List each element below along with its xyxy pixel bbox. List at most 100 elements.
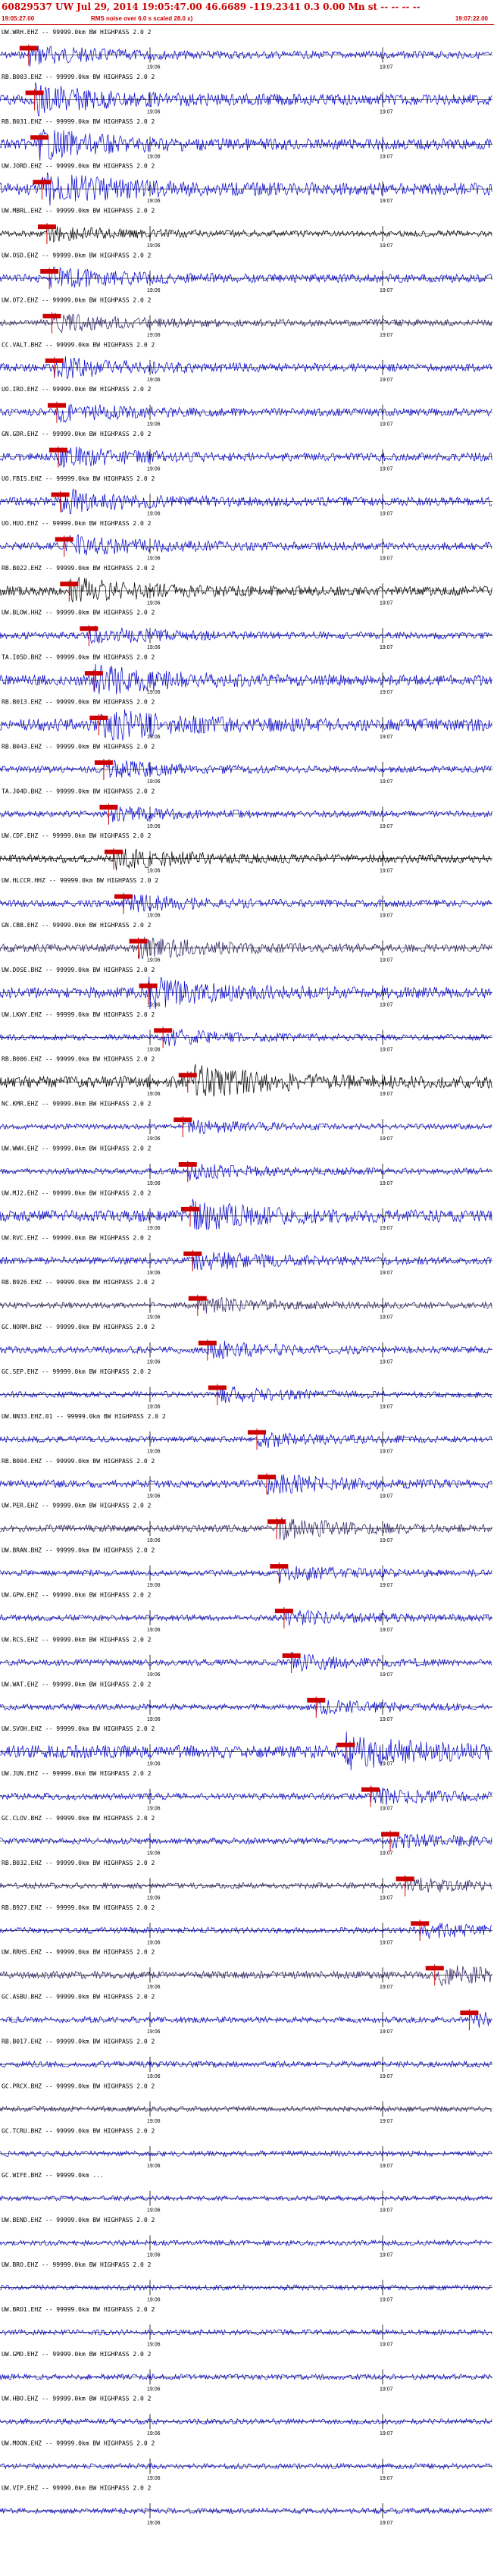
channel-label: UW.GPW.EHZ -- 99999.0km BW HIGHPASS 2.0 … xyxy=(2,1592,152,1599)
time-tick-label: 19:07 xyxy=(380,1538,393,1543)
channel-trace: 19:06 19:07 GC.NORM.BHZ -- 99999.0km BW HI… xyxy=(0,1324,492,1365)
channel-trace: 19:06 19:07 UO.IRO.EHZ -- 99999.0km BW HIG… xyxy=(0,386,492,428)
channel-trace: 19:06 19:07 RB.B006.EHZ -- 99999.0km BW HI… xyxy=(0,1056,492,1097)
time-tick-label: 19:07 xyxy=(380,824,393,829)
time-tick-label: 19:06 xyxy=(147,1405,161,1410)
channel-label: GC.SEP.EHZ -- 99999.0km BW HIGHPASS 2.0 … xyxy=(2,1368,152,1375)
channel-trace: 19:06 19:07 RB.B031.EHZ -- 99999.0km BW HI… xyxy=(0,118,492,161)
channel-label: UW.HBO.EHZ -- 99999.0km BW HIGHPASS 2.0 … xyxy=(2,2396,152,2402)
channel-label: UW.OSD.EHZ -- 99999.0km BW HIGHPASS 2.0 … xyxy=(2,252,152,259)
top-divider xyxy=(0,24,494,25)
time-tick-label: 19:07 xyxy=(380,1002,393,1008)
time-tick-label: 19:07 xyxy=(380,1895,393,1901)
channel-label: UW.SVOH.EHZ -- 99999.0km BW HIGHPASS 2.0… xyxy=(2,1725,155,1732)
time-tick-label: 19:06 xyxy=(147,914,161,919)
channel-label: UW.JORD.EHZ -- 99999.0km BW HIGHPASS 2.0… xyxy=(2,163,155,170)
channel-trace: 19:06 19:07 UW.BRO1.EHZ -- 99999.0km BW HI… xyxy=(0,2306,492,2347)
time-tick-label: 19:07 xyxy=(380,378,393,383)
channel-trace: 19:06 19:07 TA.J04D.BHZ -- 99999.0km BW HI… xyxy=(0,788,492,829)
time-tick-label: 19:07 xyxy=(380,1136,393,1142)
channel-trace: 19:06 19:07 GC.TCRU.BHZ -- 99999.0km BW HI… xyxy=(0,2127,492,2169)
time-tick-label: 19:06 xyxy=(147,2029,161,2035)
time-tick-label: 19:06 xyxy=(147,1762,161,1767)
channel-trace: 19:06 19:07 RB.B032.EHZ -- 99999.0km BW HI… xyxy=(0,1860,492,1901)
waveform xyxy=(0,1164,492,1181)
time-tick-label: 19:06 xyxy=(147,1136,161,1142)
waveform xyxy=(0,1651,492,1672)
waveform xyxy=(0,224,492,243)
channel-trace: 19:06 19:07 UW.PER.EHZ -- 99999.0km BW HIG… xyxy=(0,1503,492,1543)
channel-trace: 19:06 19:07 UW.VIP.EHZ -- 99999.0km BW HIG… xyxy=(0,2485,492,2526)
channel-label: UW.RCS.EHZ -- 99999.0km BW HIGHPASS 2.0 … xyxy=(2,1636,152,1643)
time-tick-label: 19:06 xyxy=(147,1583,161,1588)
waveform xyxy=(0,129,492,161)
event-title: 60829537 UW Jul 29, 2014 19:05:47.00 46.… xyxy=(2,2,421,12)
time-tick-label: 19:07 xyxy=(380,2208,393,2214)
waveform xyxy=(0,759,492,778)
time-tick-label: 19:06 xyxy=(147,333,161,338)
time-tick-label: 19:06 xyxy=(147,556,161,561)
time-tick-label: 19:07 xyxy=(380,600,393,606)
channel-trace: 19:06 19:07 RB.B017.EHZ -- 99999.0km BW HI… xyxy=(0,2039,492,2079)
channel-label: UW.OT2.EHZ -- 99999.0km BW HIGHPASS 2.0 … xyxy=(2,296,152,303)
channel-label: TA.I05D.BHZ -- 99999.0km BW HIGHPASS 2.0… xyxy=(2,654,155,661)
time-tick-label: 19:06 xyxy=(147,869,161,874)
time-tick-label: 19:07 xyxy=(380,2253,393,2258)
time-tick-label: 19:06 xyxy=(147,2386,161,2392)
waveform xyxy=(0,1700,492,1715)
channel-trace: 19:06 19:07 UW.OT2.EHZ -- 99999.0km BW HIG… xyxy=(0,296,492,338)
channel-trace: 19:06 19:07 UW.LKWY.EHZ -- 99999.0km BW HI… xyxy=(0,1011,492,1052)
waveform xyxy=(0,976,492,1010)
channel-trace: 19:06 19:07 UW.WAT.EHZ -- 99999.0km BW HIG… xyxy=(0,1681,492,1722)
time-tick-label: 19:07 xyxy=(380,243,393,249)
waveform xyxy=(0,1474,492,1495)
seismogram-plot: 19:06 19:07 UW.WRH.EHZ -- 99999.0km BW HIG… xyxy=(0,29,492,2526)
time-tick-label: 19:07 xyxy=(380,1851,393,1857)
channel-label: RB.B017.EHZ -- 99999.0km BW HIGHPASS 2.0… xyxy=(2,2039,155,2045)
channel-label: CC.VALT.BHZ -- 99999.0km BW HIGHPASS 2.0… xyxy=(2,341,155,348)
time-tick-label: 19:06 xyxy=(147,199,161,204)
time-tick-label: 19:07 xyxy=(380,1271,393,1276)
channel-label: UW.RRHS.EHZ -- 99999.0km BW HIGHPASS 2.0… xyxy=(2,1949,155,1956)
channel-trace: 19:06 19:07 CC.VALT.BHZ -- 99999.0km BW HI… xyxy=(0,341,492,383)
channel-label: UO.FBIS.EHZ -- 99999.0km BW HIGHPASS 2.0… xyxy=(2,475,155,482)
time-tick-label: 19:06 xyxy=(147,467,161,472)
time-tick-label: 19:06 xyxy=(147,2119,161,2124)
channel-label: UW.GMO.EHZ -- 99999.0km BW HIGHPASS 2.0 … xyxy=(2,2351,152,2358)
time-tick-label: 19:07 xyxy=(380,645,393,650)
channel-label: RB.B031.EHZ -- 99999.0km BW HIGHPASS 2.0… xyxy=(2,118,155,125)
channel-label: UW.WAT.EHZ -- 99999.0km BW HIGHPASS 2.0 … xyxy=(2,1681,152,1688)
channel-trace: 19:06 19:07 UW.BLOW.HHZ -- 99999.0km BW HI… xyxy=(0,610,492,650)
time-tick-label: 19:07 xyxy=(380,869,393,874)
time-tick-label: 19:07 xyxy=(380,199,393,204)
time-tick-label: 19:06 xyxy=(147,690,161,695)
time-tick-label: 19:06 xyxy=(147,154,161,159)
channel-label: RB.B013.EHZ -- 99999.0km BW HIGHPASS 2.0… xyxy=(2,699,155,706)
time-tick-label: 19:07 xyxy=(380,467,393,472)
channel-trace: 19:06 19:07 RB.B003.EHZ -- 99999.0km BW HI… xyxy=(0,74,492,117)
channel-trace: 19:06 19:07 TA.I05D.BHZ -- 99999.0km BW HI… xyxy=(0,654,492,695)
time-tick-label: 19:06 xyxy=(147,1851,161,1857)
channel-trace: 19:06 19:07 UW.RRHS.EHZ -- 99999.0km BW HI… xyxy=(0,1949,492,1990)
channel-label: UW.VIP.EHZ -- 99999.0km BW HIGHPASS 2.0 … xyxy=(2,2485,152,2492)
channel-trace: 19:06 19:07 GC.ASBU.BHZ -- 99999.0km BW HI… xyxy=(0,1994,492,2035)
channel-label: GN.CBB.EHZ -- 99999.0km BW HIGHPASS 2.0 … xyxy=(2,922,152,929)
channel-trace: 19:06 19:07 RB.B004.EHZ -- 99999.0km BW HI… xyxy=(0,1458,492,1499)
time-tick-label: 19:07 xyxy=(380,2074,393,2079)
waveform xyxy=(0,1731,492,1771)
channel-trace: 19:06 19:07 UW.JORD.EHZ -- 99999.0km BW HI… xyxy=(0,163,492,206)
channel-trace: 19:06 19:07 UW.DOSE.BHZ -- 99999.0km BW HI… xyxy=(0,967,492,1010)
channel-trace: 19:06 19:07 UW.RCS.EHZ -- 99999.0km BW HIG… xyxy=(0,1636,492,1678)
channel-trace: 19:06 19:07 UW.HBO.EHZ -- 99999.0km BW HIG… xyxy=(0,2396,492,2437)
channel-trace: 19:06 19:07 RB.B043.EHZ -- 99999.0km BW HI… xyxy=(0,743,492,785)
channel-trace: 19:06 19:07 UW.CDF.EHZ -- 99999.0km BW HIG… xyxy=(0,832,492,874)
channel-trace: 19:06 19:07 RB.B013.EHZ -- 99999.0km BW HI… xyxy=(0,699,492,741)
time-tick-label: 19:06 xyxy=(147,512,161,517)
time-tick-label: 19:07 xyxy=(380,2029,393,2035)
time-tick-label: 19:07 xyxy=(380,914,393,919)
start-time: 19:05:27.00 xyxy=(2,15,35,22)
waveform xyxy=(0,1252,492,1271)
channel-label: UW.BEND.EHZ -- 99999.0km BW HIGHPASS 2.0… xyxy=(2,2217,155,2223)
channel-label: UW.WRH.EHZ -- 99999.0km BW HIGHPASS 2.0 … xyxy=(2,29,152,36)
channel-trace: 19:06 19:07 GC.CLOV.BHZ -- 99999.0km BW HI… xyxy=(0,1815,492,1857)
